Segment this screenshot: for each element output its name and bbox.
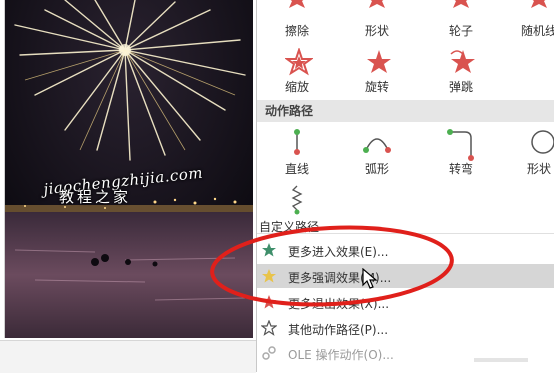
effects-row-2: 缩放 旋转 弹跳 [257, 44, 554, 94]
effect-label: 旋转 [364, 80, 389, 94]
shape-icon [369, 0, 385, 8]
menu-scroll-indicator[interactable] [474, 358, 528, 362]
arc-path-icon [363, 138, 391, 153]
effect-shape[interactable]: 形状 [345, 0, 409, 38]
turn-path-icon [447, 129, 474, 161]
path-turn[interactable]: 转弯 [429, 124, 493, 176]
path-label: 形状 [526, 162, 551, 176]
watermark-title: 教程之家 [59, 188, 132, 206]
mouse-cursor-icon [362, 268, 378, 289]
effect-zoom[interactable]: 缩放 [265, 44, 329, 94]
other-motion-paths-item[interactable]: 其他动作路径(P)... [257, 316, 554, 340]
effect-random-bars[interactable]: 随机线 [507, 0, 554, 38]
motion-paths-header: 动作路径 [257, 100, 554, 122]
bounce-icon [450, 50, 475, 73]
effect-label: 弹跳 [448, 80, 473, 94]
star-outline-icon [261, 320, 277, 336]
motion-paths-row: 直线 弧形 转弯 形状 [257, 124, 554, 178]
gear-icon [262, 346, 276, 360]
path-shape[interactable]: 形状 [507, 124, 554, 176]
wipe-icon [289, 0, 305, 8]
effect-swivel[interactable]: 旋转 [345, 44, 409, 94]
line-path-icon [294, 129, 300, 155]
menu-item-label: 其他动作路径(P)... [288, 323, 389, 337]
custom-path-icon [291, 185, 303, 215]
effect-wipe[interactable]: 擦除 [265, 0, 329, 38]
slide-status-strip [0, 340, 256, 373]
effect-label: 缩放 [284, 80, 309, 94]
effects-row-top: 擦除 形状 轮子 随机线 [257, 0, 554, 38]
menu-item-label: OLE 操作动作(O)... [288, 348, 394, 362]
effect-wheel[interactable]: 轮子 [429, 0, 493, 38]
effect-bounce[interactable]: 弹跳 [429, 44, 493, 94]
path-line[interactable]: 直线 [265, 124, 329, 176]
shape-path-icon [531, 130, 554, 154]
slide-pane: jiaochengzhijia.com 教程之家 [0, 0, 256, 373]
animation-effects-menu: 擦除 形状 轮子 随机线 缩放 旋转 弹跳 动作路径 直线 弧形 转弯 形状 自… [256, 0, 554, 372]
random-bars-icon [531, 0, 547, 8]
path-label: 转弯 [448, 162, 473, 176]
zoom-icon [285, 48, 313, 76]
swivel-icon [367, 50, 391, 73]
path-label: 直线 [284, 162, 309, 176]
path-arc[interactable]: 弧形 [345, 124, 409, 176]
effect-label: 轮子 [448, 24, 473, 38]
annotation-ellipse [210, 225, 454, 307]
path-label: 弧形 [364, 162, 389, 176]
wheel-icon [453, 0, 469, 8]
effect-label: 擦除 [284, 24, 309, 38]
effect-label: 形状 [364, 24, 389, 38]
effect-label: 随机线 [520, 24, 554, 38]
